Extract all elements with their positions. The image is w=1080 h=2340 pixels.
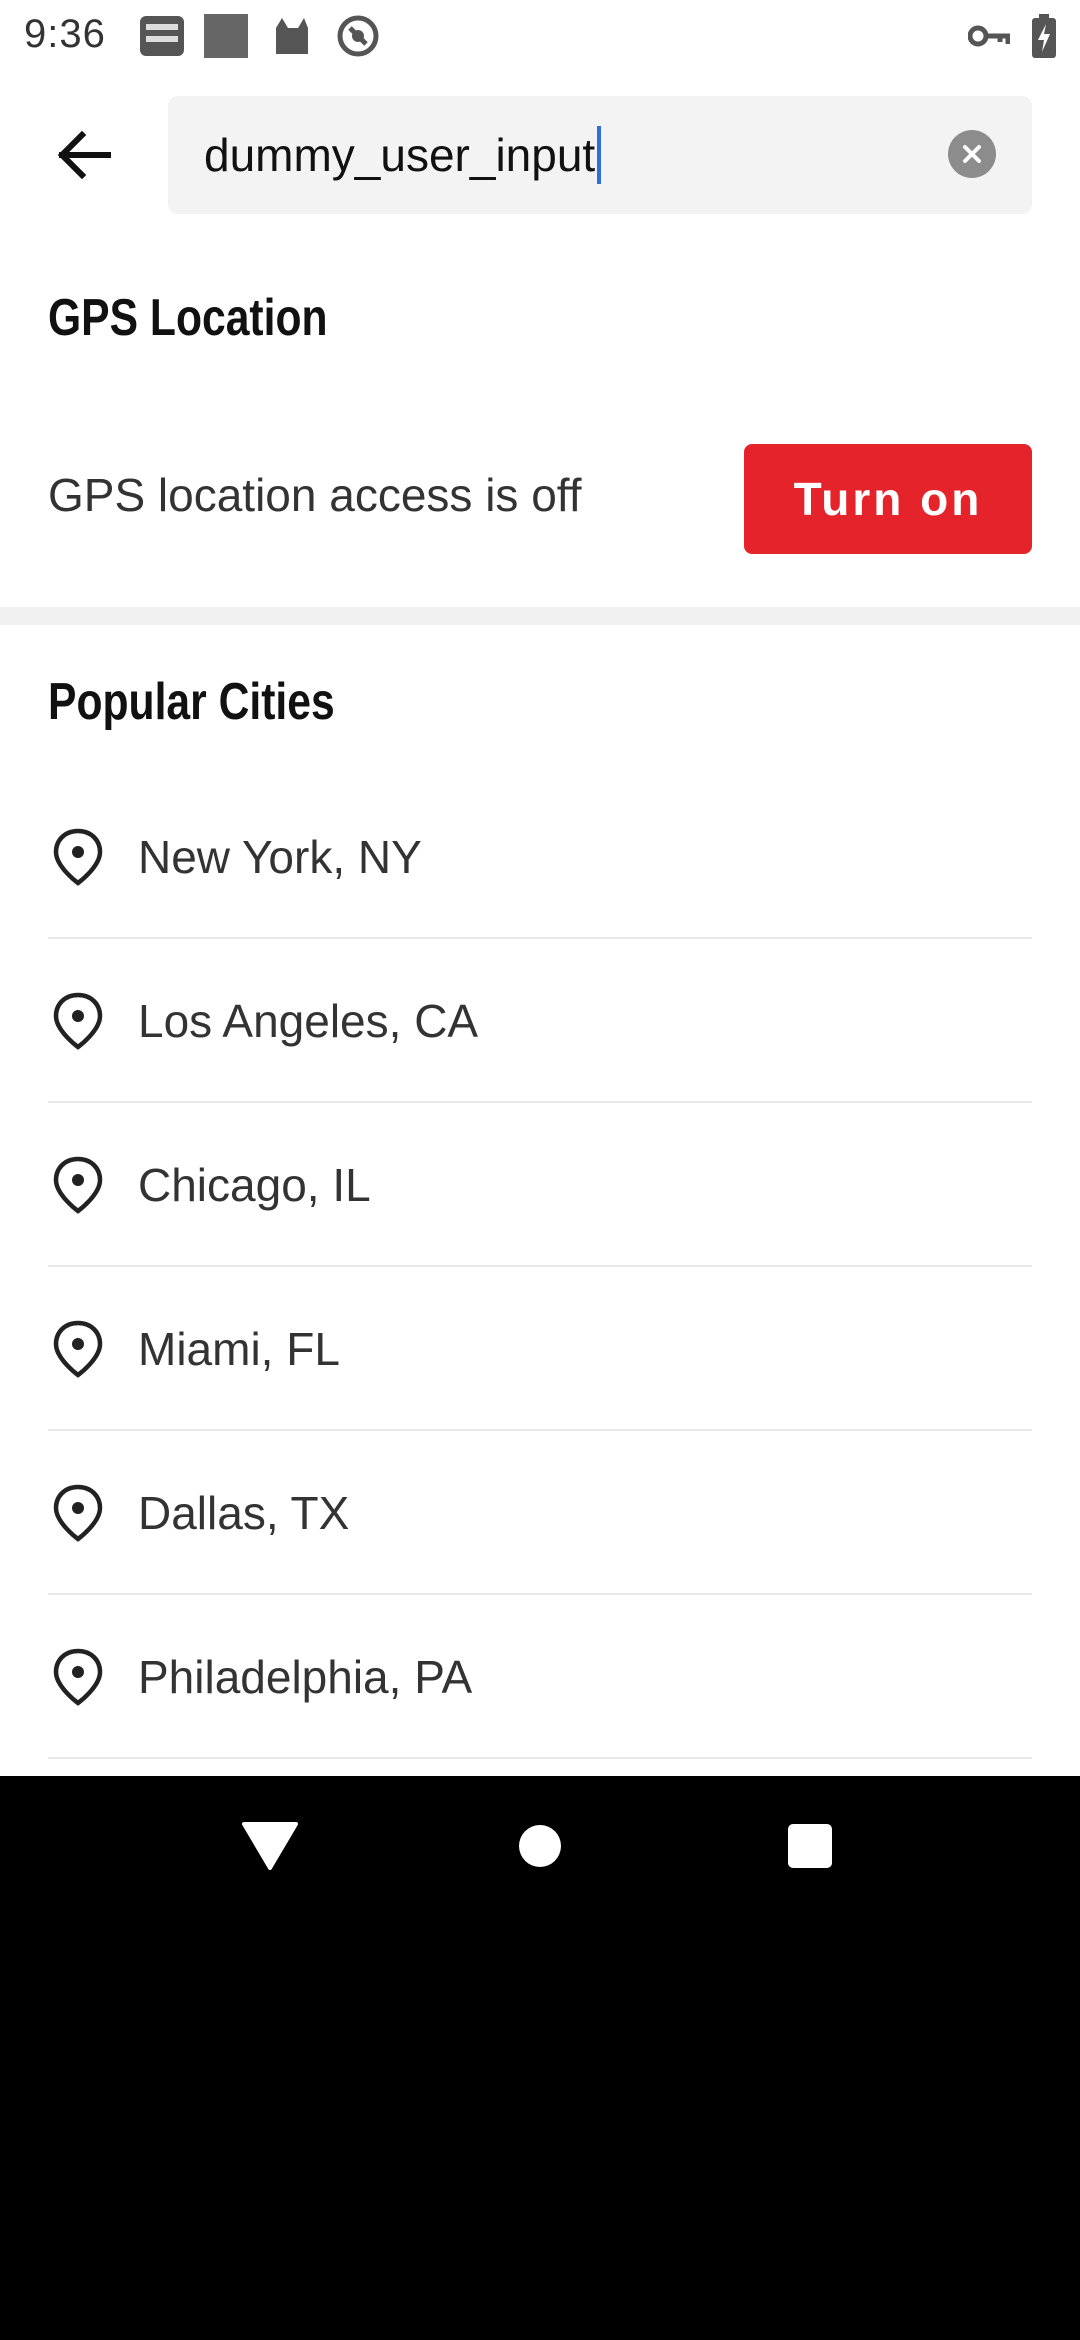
city-item-philadelphia[interactable]: Philadelphia, PA [0, 1595, 1080, 1759]
clear-icon [963, 145, 981, 163]
status-time: 9:36 [24, 12, 106, 56]
city-label: Dallas, TX [138, 1487, 350, 1539]
app-screen: 9:36 dummy_user_input GPS Location GPS l… [0, 0, 1080, 1776]
turn-on-gps-button[interactable]: Turn on [744, 444, 1032, 554]
city-list: New York, NY Los Angeles, CA Chicago, IL… [0, 775, 1080, 1759]
location-pin-icon [53, 992, 103, 1050]
home-circle-icon [519, 1825, 561, 1867]
vpn-key-icon [967, 20, 1011, 57]
location-pin-icon [53, 1320, 103, 1378]
back-arrow-icon [57, 131, 111, 179]
search-input[interactable]: dummy_user_input [204, 96, 904, 214]
city-item-dallas[interactable]: Dallas, TX [0, 1431, 1080, 1595]
square-notification-icon [204, 14, 248, 63]
location-pin-icon [53, 1648, 103, 1706]
nav-recents-button[interactable] [786, 1822, 834, 1875]
city-label: Miami, FL [138, 1323, 340, 1375]
city-label: New York, NY [138, 831, 422, 883]
search-box[interactable]: dummy_user_input [168, 96, 1032, 214]
gps-status-text: GPS location access is off [48, 469, 582, 521]
city-item-los-angeles[interactable]: Los Angeles, CA [0, 939, 1080, 1103]
list-separator [48, 1757, 1032, 1759]
clear-search-button[interactable] [948, 130, 996, 178]
nav-back-button[interactable] [240, 1820, 300, 1877]
location-pin-icon [53, 1484, 103, 1542]
city-item-new-york[interactable]: New York, NY [0, 775, 1080, 939]
city-item-chicago[interactable]: Chicago, IL [0, 1103, 1080, 1267]
nav-home-button[interactable] [516, 1822, 564, 1875]
section-divider [0, 607, 1080, 625]
city-label: Chicago, IL [138, 1159, 371, 1211]
system-nav-bar [0, 1776, 1080, 1920]
location-pin-icon [53, 1156, 103, 1214]
status-bar: 9:36 [0, 0, 1080, 72]
city-label: Los Angeles, CA [138, 995, 479, 1047]
popular-cities-title: Popular Cities [48, 673, 335, 731]
cat-icon [272, 14, 312, 63]
no-sync-icon [336, 14, 380, 63]
search-input-value: dummy_user_input [204, 129, 596, 181]
recents-square-icon [788, 1824, 832, 1868]
city-item-miami[interactable]: Miami, FL [0, 1267, 1080, 1431]
text-caret [597, 126, 602, 184]
back-button[interactable] [44, 115, 124, 195]
news-radar-icon [138, 14, 186, 63]
back-triangle-icon [242, 1822, 298, 1870]
battery-charging-icon [1032, 14, 1056, 63]
city-label: Philadelphia, PA [138, 1651, 473, 1703]
location-pin-icon [53, 828, 103, 886]
gps-section-title: GPS Location [48, 289, 328, 347]
